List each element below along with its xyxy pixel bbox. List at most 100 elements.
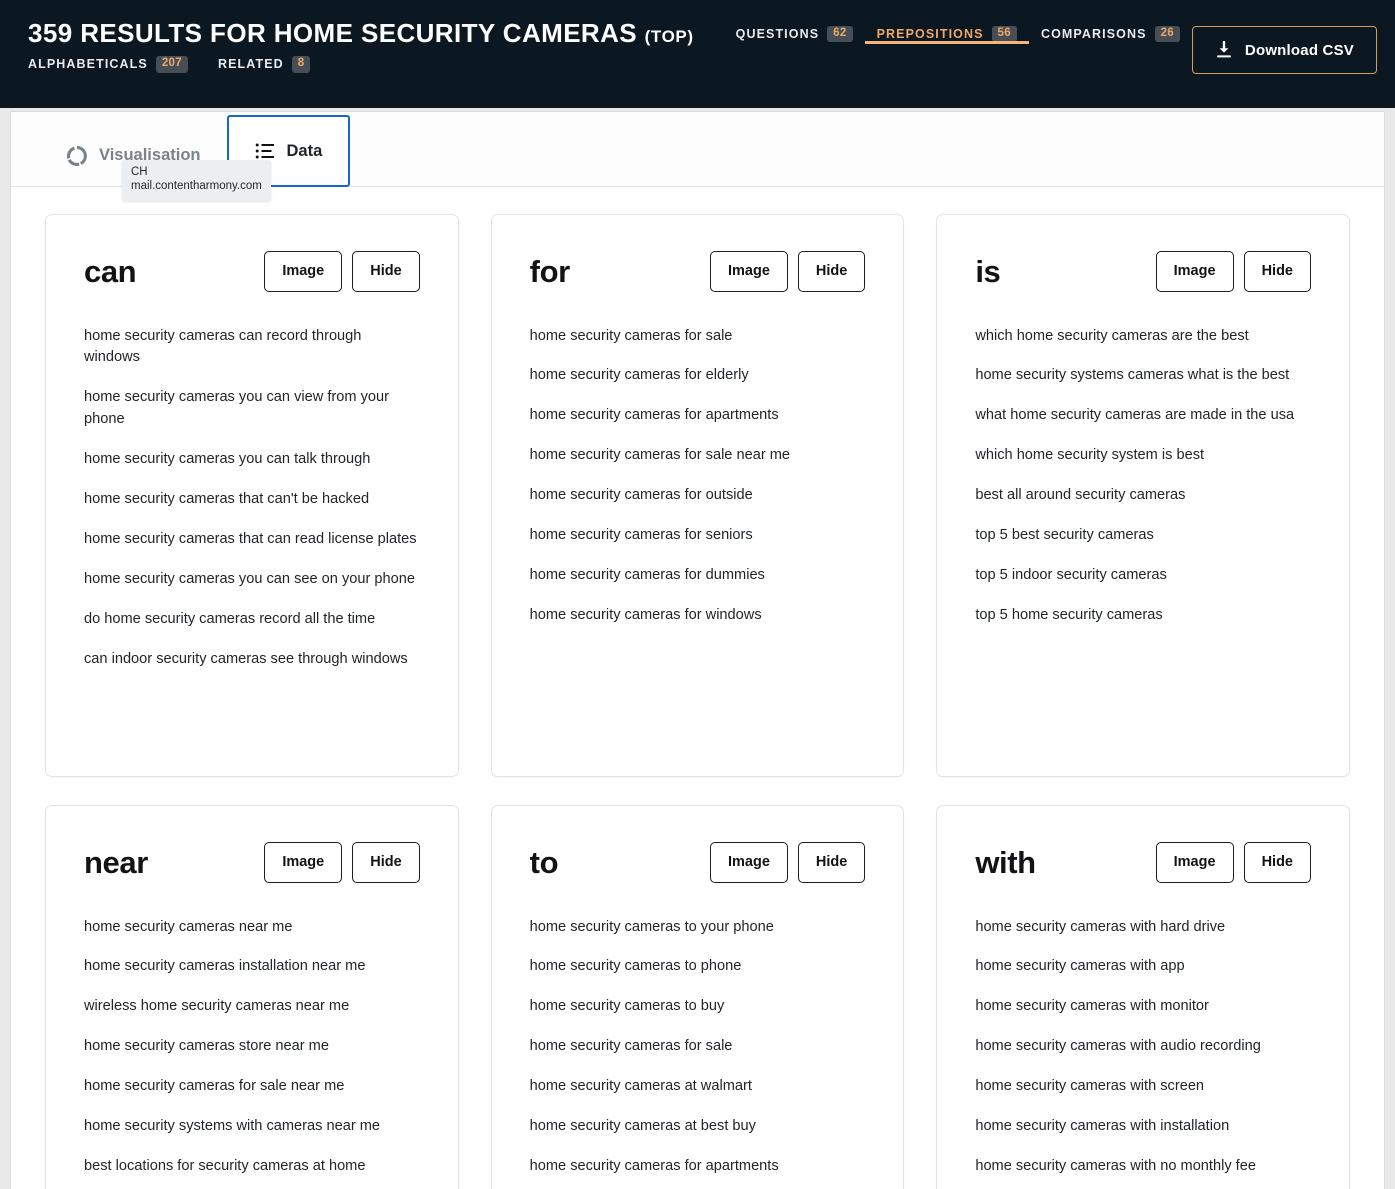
list-item[interactable]: top 5 best security cameras xyxy=(975,525,1311,547)
tab-questions-label: QUESTIONS xyxy=(736,27,820,41)
list-item[interactable]: home security cameras installation near … xyxy=(84,956,420,978)
list-item[interactable]: home security cameras for windows xyxy=(530,605,866,627)
list-item[interactable]: home security cameras with no monthly fe… xyxy=(975,1156,1311,1178)
image-button[interactable]: Image xyxy=(264,251,342,292)
tab-related-label: RELATED xyxy=(218,57,284,71)
keyword-card-is: is Image Hide which home security camera… xyxy=(936,214,1350,777)
hide-button[interactable]: Hide xyxy=(352,251,419,292)
page-title-suffix: (TOP) xyxy=(645,27,694,46)
tab-data-label: Data xyxy=(286,142,322,161)
list-item[interactable]: what home security cameras are made in t… xyxy=(975,405,1311,427)
list-item[interactable]: which home security cameras are the best xyxy=(975,326,1311,348)
hide-button[interactable]: Hide xyxy=(1244,251,1311,292)
list-item[interactable]: home security cameras you can view from … xyxy=(84,387,420,431)
list-item[interactable]: home security cameras to your phone xyxy=(530,917,866,939)
tooltip-line-1: CH xyxy=(131,165,262,179)
keyword-card-grid: can Image Hide home security cameras can… xyxy=(11,187,1384,1189)
list-item[interactable]: home security cameras to phone xyxy=(530,956,866,978)
list-item[interactable]: best locations for security cameras at h… xyxy=(84,1156,420,1178)
hide-button[interactable]: Hide xyxy=(798,251,865,292)
card-actions: Image Hide xyxy=(264,251,419,292)
list-item[interactable]: home security systems cameras what is th… xyxy=(975,365,1311,387)
image-button[interactable]: Image xyxy=(264,842,342,883)
primary-tab-bar: QUESTIONS 62 PREPOSITIONS 56 COMPARISONS… xyxy=(724,0,1192,56)
card-header: with Image Hide xyxy=(975,842,1311,883)
image-button[interactable]: Image xyxy=(710,842,788,883)
download-csv-button[interactable]: Download CSV xyxy=(1192,26,1377,74)
list-item[interactable]: home security cameras for sale xyxy=(530,326,866,348)
image-button[interactable]: Image xyxy=(1156,842,1234,883)
card-actions: Image Hide xyxy=(1156,842,1311,883)
list-item[interactable]: home security cameras you can see on you… xyxy=(84,569,420,591)
tab-alphabeticals[interactable]: ALPHABETICALS 207 xyxy=(28,56,188,73)
keyword-list: which home security cameras are the best… xyxy=(975,326,1311,627)
tab-comparisons[interactable]: COMPARISONS 26 xyxy=(1029,6,1192,56)
app-header: 359 Results For Home Security Cameras (T… xyxy=(0,0,1395,108)
tab-prepositions-label: PREPOSITIONS xyxy=(877,27,984,41)
list-item[interactable]: home security cameras for seniors xyxy=(530,525,866,547)
list-item[interactable]: which home security system is best xyxy=(975,445,1311,467)
list-item[interactable]: home security systems with cameras near … xyxy=(84,1116,420,1138)
image-button[interactable]: Image xyxy=(1156,251,1234,292)
keyword-list: home security cameras for sale home secu… xyxy=(530,326,866,627)
list-item[interactable]: do home security cameras record all the … xyxy=(84,609,420,631)
tab-prepositions-count: 56 xyxy=(992,26,1017,43)
card-actions: Image Hide xyxy=(710,251,865,292)
list-item[interactable]: home security cameras can record through… xyxy=(84,326,420,370)
list-item[interactable]: wireless home security cameras near me xyxy=(84,996,420,1018)
card-actions: Image Hide xyxy=(1156,251,1311,292)
list-item[interactable]: home security cameras at best buy xyxy=(530,1116,866,1138)
card-actions: Image Hide xyxy=(264,842,419,883)
view-tab-bar: Visualisation Data CH mail.contentharmon… xyxy=(11,112,1384,187)
list-item[interactable]: home security cameras with audio recordi… xyxy=(975,1036,1311,1058)
list-item[interactable]: home security cameras for apartments xyxy=(530,1156,866,1178)
tab-alphabeticals-count: 207 xyxy=(156,56,188,73)
hide-button[interactable]: Hide xyxy=(1244,842,1311,883)
keyword-list: home security cameras can record through… xyxy=(84,326,420,671)
card-header: for Image Hide xyxy=(530,251,866,292)
list-item[interactable]: home security cameras with monitor xyxy=(975,996,1311,1018)
list-item[interactable]: home security cameras you can talk throu… xyxy=(84,449,420,471)
card-title: to xyxy=(530,847,558,878)
card-actions: Image Hide xyxy=(710,842,865,883)
image-button[interactable]: Image xyxy=(710,251,788,292)
keyword-list: home security cameras with hard drive ho… xyxy=(975,917,1311,1189)
tab-prepositions[interactable]: PREPOSITIONS 56 xyxy=(865,6,1029,56)
list-item[interactable]: top 5 indoor security cameras xyxy=(975,565,1311,587)
card-header: is Image Hide xyxy=(975,251,1311,292)
keyword-list: home security cameras near me home secur… xyxy=(84,917,420,1189)
list-item[interactable]: home security cameras near me xyxy=(84,917,420,939)
list-item[interactable]: top 5 home security cameras xyxy=(975,605,1311,627)
download-icon xyxy=(1215,41,1233,59)
list-item[interactable]: home security cameras at walmart xyxy=(530,1076,866,1098)
list-item[interactable]: home security cameras with screen xyxy=(975,1076,1311,1098)
content-panel: Visualisation Data CH mail.contentharmon… xyxy=(10,111,1385,1189)
list-item[interactable]: home security cameras for apartments xyxy=(530,405,866,427)
keyword-card-near: near Image Hide home security cameras ne… xyxy=(45,805,459,1189)
list-item[interactable]: home security cameras that can read lice… xyxy=(84,529,420,551)
list-item[interactable]: home security cameras with app xyxy=(975,956,1311,978)
tab-related[interactable]: RELATED 8 xyxy=(218,56,311,73)
list-item[interactable]: home security cameras for elderly xyxy=(530,365,866,387)
link-preview-tooltip: CH mail.contentharmony.com xyxy=(122,160,271,201)
keyword-card-with: with Image Hide home security cameras wi… xyxy=(936,805,1350,1189)
list-icon xyxy=(255,141,275,161)
list-item[interactable]: best all around security cameras xyxy=(975,485,1311,507)
list-item[interactable]: home security cameras for sale xyxy=(530,1036,866,1058)
card-title: is xyxy=(975,256,1000,287)
list-item[interactable]: home security cameras store near me xyxy=(84,1036,420,1058)
list-item[interactable]: home security cameras to buy xyxy=(530,996,866,1018)
list-item[interactable]: home security cameras that can't be hack… xyxy=(84,489,420,511)
hide-button[interactable]: Hide xyxy=(798,842,865,883)
list-item[interactable]: home security cameras with hard drive xyxy=(975,917,1311,939)
list-item[interactable]: home security cameras with installation xyxy=(975,1116,1311,1138)
card-title: can xyxy=(84,256,136,287)
list-item[interactable]: home security cameras for sale near me xyxy=(530,445,866,467)
hide-button[interactable]: Hide xyxy=(352,842,419,883)
card-title: near xyxy=(84,847,148,878)
list-item[interactable]: home security cameras for sale near me xyxy=(84,1076,420,1098)
list-item[interactable]: home security cameras for outside xyxy=(530,485,866,507)
tab-questions[interactable]: QUESTIONS 62 xyxy=(724,6,865,56)
list-item[interactable]: can indoor security cameras see through … xyxy=(84,649,420,671)
list-item[interactable]: home security cameras for dummies xyxy=(530,565,866,587)
